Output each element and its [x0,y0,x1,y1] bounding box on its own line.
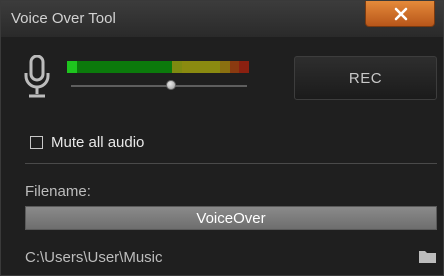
level-meter-segment [95,61,106,73]
level-meter-segment [239,61,249,73]
microphone-icon [24,55,50,98]
filename-input[interactable]: VoiceOver [25,206,437,230]
level-meter-segment [86,61,96,73]
level-meter-segment [153,61,163,73]
mute-all-audio-label: Mute all audio [51,133,145,151]
level-meter-segment [181,61,192,73]
level-meter-segment [134,61,144,73]
level-meter-segment [210,61,221,73]
mute-all-audio-option[interactable]: Mute all audio [30,133,144,151]
level-meter-segment [172,61,182,73]
volume-slider-thumb[interactable] [166,80,177,90]
level-meter-segment [162,61,173,73]
rec-button[interactable]: REC [294,56,437,100]
filename-label: Filename: [25,183,91,200]
level-meter-segment [67,61,77,73]
level-meter-segment [105,61,115,73]
divider [25,163,437,164]
volume-slider-track[interactable] [71,85,247,87]
level-meter-segment [143,61,154,73]
audio-level-meter [67,61,249,73]
level-meter-segment [191,61,202,73]
title-bar[interactable]: Voice Over Tool [1,1,443,37]
mute-all-audio-checkbox[interactable] [30,135,43,149]
level-meter-segment [124,61,135,73]
level-meter-segment [76,61,87,73]
close-x-icon [394,7,408,21]
level-meter-segment [201,61,211,73]
folder-icon[interactable] [419,250,436,263]
close-button[interactable] [365,1,435,27]
save-path: C:\Users\User\Music [25,249,163,266]
level-meter-segment [220,61,230,73]
level-meter-segment [229,61,240,73]
voice-over-tool-window: Voice Over Tool REC Mute all audio Filen… [0,0,444,276]
window-title: Voice Over Tool [11,10,116,27]
level-meter-segment [114,61,125,73]
